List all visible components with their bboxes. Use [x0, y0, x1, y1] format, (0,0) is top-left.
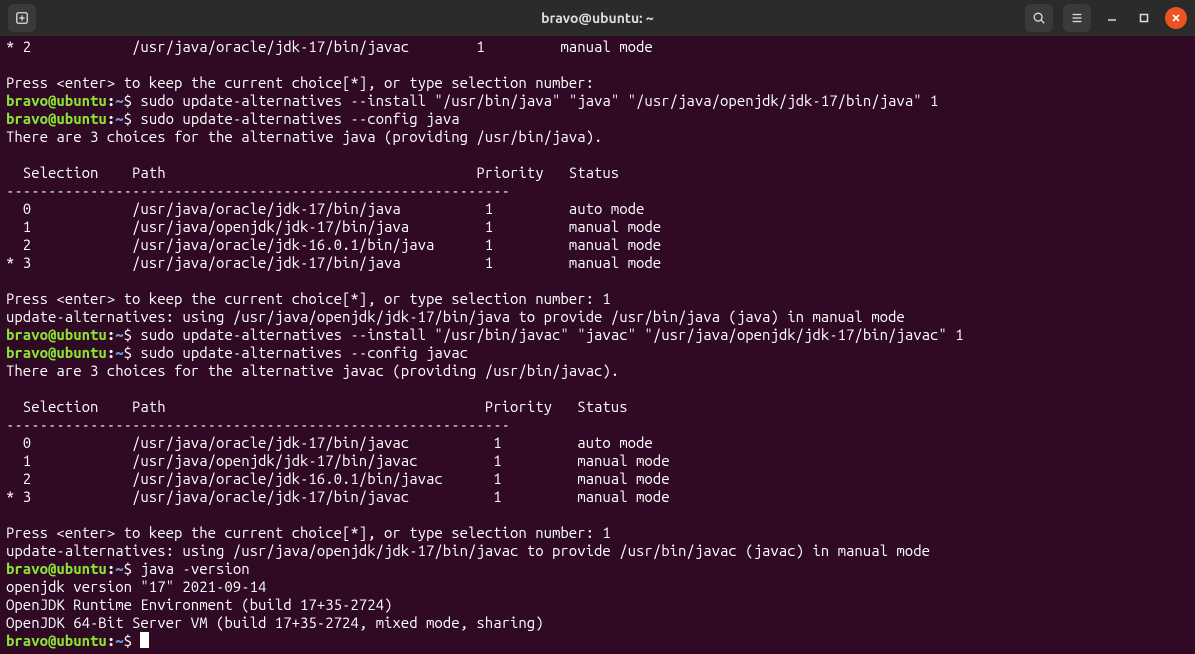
prompt-dollar: $ [124, 110, 132, 127]
output-line: OpenJDK Runtime Environment (build 17+35… [6, 596, 392, 613]
table-header: Selection Path Priority Status [6, 164, 619, 181]
search-button[interactable] [1025, 4, 1053, 32]
prompt-dollar: $ [124, 632, 132, 649]
prompt-dollar: $ [124, 560, 132, 577]
maximize-icon [1139, 13, 1149, 23]
table-row: * 3 /usr/java/oracle/jdk-17/bin/javac 1 … [6, 488, 670, 505]
command-text: java -version [132, 560, 250, 577]
prompt-user: bravo@ubuntu [6, 326, 107, 343]
maximize-button[interactable] [1133, 7, 1155, 29]
prompt-user: bravo@ubuntu [6, 92, 107, 109]
table-row: 2 /usr/java/oracle/jdk-16.0.1/bin/javac … [6, 470, 670, 487]
new-tab-icon [15, 11, 29, 25]
minimize-icon [1107, 13, 1117, 23]
prompt-colon: : [107, 326, 115, 343]
command-text [132, 632, 140, 649]
output-line: There are 3 choices for the alternative … [6, 362, 619, 379]
titlebar: bravo@ubuntu: ~ [0, 0, 1195, 36]
prompt-colon: : [107, 344, 115, 361]
prompt-user: bravo@ubuntu [6, 110, 107, 127]
output-line: Press <enter> to keep the current choice… [6, 524, 611, 541]
window-title: bravo@ubuntu: ~ [401, 10, 794, 26]
prompt-path: ~ [115, 326, 123, 343]
close-button[interactable] [1165, 7, 1187, 29]
table-row: * 3 /usr/java/oracle/jdk-17/bin/java 1 m… [6, 254, 661, 271]
command-text: sudo update-alternatives --config javac [132, 344, 468, 361]
minimize-button[interactable] [1101, 7, 1123, 29]
prompt-path: ~ [115, 92, 123, 109]
output-line: * 2 /usr/java/oracle/jdk-17/bin/javac 1 … [6, 38, 653, 55]
output-line: Press <enter> to keep the current choice… [6, 74, 594, 91]
table-divider: ----------------------------------------… [6, 416, 510, 433]
prompt-user: bravo@ubuntu [6, 632, 107, 649]
table-row: 1 /usr/java/openjdk/jdk-17/bin/java 1 ma… [6, 218, 661, 235]
table-row: 0 /usr/java/oracle/jdk-17/bin/java 1 aut… [6, 200, 644, 217]
prompt-colon: : [107, 632, 115, 649]
output-line: openjdk version "17" 2021-09-14 [6, 578, 266, 595]
close-icon [1171, 13, 1181, 23]
prompt-user: bravo@ubuntu [6, 560, 107, 577]
prompt-colon: : [107, 560, 115, 577]
new-tab-button[interactable] [8, 4, 36, 32]
command-text: sudo update-alternatives --install "/usr… [132, 92, 938, 109]
prompt-colon: : [107, 92, 115, 109]
output-line: update-alternatives: using /usr/java/ope… [6, 308, 905, 325]
table-header: Selection Path Priority Status [6, 398, 628, 415]
hamburger-menu-button[interactable] [1063, 4, 1091, 32]
prompt-dollar: $ [124, 326, 132, 343]
command-text: sudo update-alternatives --install "/usr… [132, 326, 964, 343]
prompt-dollar: $ [124, 92, 132, 109]
table-row: 2 /usr/java/oracle/jdk-16.0.1/bin/java 1… [6, 236, 661, 253]
terminal-body[interactable]: * 2 /usr/java/oracle/jdk-17/bin/javac 1 … [0, 36, 1195, 654]
cursor [140, 632, 149, 648]
table-row: 1 /usr/java/openjdk/jdk-17/bin/javac 1 m… [6, 452, 670, 469]
prompt-user: bravo@ubuntu [6, 344, 107, 361]
table-row: 0 /usr/java/oracle/jdk-17/bin/javac 1 au… [6, 434, 653, 451]
output-line: There are 3 choices for the alternative … [6, 128, 602, 145]
prompt-path: ~ [115, 110, 123, 127]
hamburger-icon [1070, 11, 1084, 25]
terminal-window: bravo@ubuntu: ~ * 2 [0, 0, 1195, 654]
prompt-path: ~ [115, 560, 123, 577]
command-text: sudo update-alternatives --config java [132, 110, 460, 127]
prompt-colon: : [107, 110, 115, 127]
prompt-dollar: $ [124, 344, 132, 361]
table-divider: ----------------------------------------… [6, 182, 510, 199]
prompt-path: ~ [115, 632, 123, 649]
prompt-path: ~ [115, 344, 123, 361]
output-line: OpenJDK 64-Bit Server VM (build 17+35-27… [6, 614, 544, 631]
search-icon [1032, 11, 1046, 25]
output-line: update-alternatives: using /usr/java/ope… [6, 542, 930, 559]
output-line: Press <enter> to keep the current choice… [6, 290, 611, 307]
